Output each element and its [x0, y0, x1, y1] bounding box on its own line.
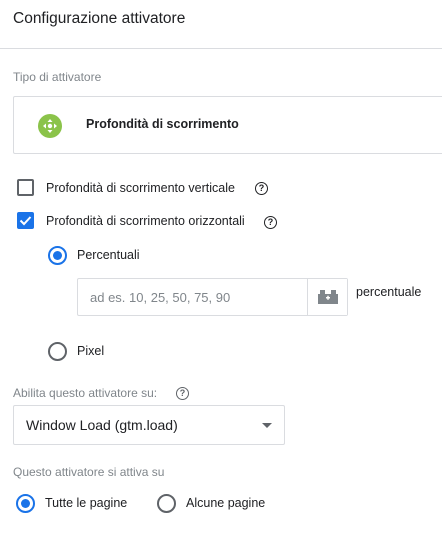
page-title: Configurazione attivatore	[13, 10, 186, 27]
variable-block-icon	[318, 290, 338, 304]
enable-on-label: Abilita questo attivatore su:	[13, 386, 158, 400]
all-pages-label: Tutte le pagine	[45, 496, 128, 510]
enable-on-value: Window Load (gtm.load)	[26, 417, 178, 433]
trigger-config-header: Configurazione attivatore	[0, 0, 442, 49]
percent-suffix: percentuale	[356, 285, 422, 299]
dropdown-arrow-icon	[262, 423, 272, 428]
vertical-scroll-label: Profondità di scorrimento verticale	[46, 181, 235, 195]
trigger-type-name: Profondità di scorrimento	[86, 117, 239, 131]
horizontal-help-icon[interactable]: ?	[264, 216, 277, 229]
trigger-type-card[interactable]: Profondità di scorrimento	[13, 96, 442, 154]
percent-radio-label: Percentuali	[77, 248, 140, 262]
some-pages-radio[interactable]	[157, 494, 176, 513]
some-pages-label: Alcune pagine	[186, 496, 266, 510]
variable-picker-button[interactable]	[307, 279, 347, 315]
percent-input[interactable]	[78, 279, 307, 315]
scroll-move-icon	[38, 114, 62, 138]
trigger-type-label: Tipo di attivatore	[13, 70, 102, 84]
enable-on-select[interactable]: Window Load (gtm.load)	[13, 405, 285, 445]
pixel-radio-label: Pixel	[77, 344, 105, 358]
fires-on-label: Questo attivatore si attiva su	[13, 465, 165, 479]
all-pages-radio[interactable]	[16, 494, 35, 513]
vertical-scroll-checkbox[interactable]	[17, 179, 34, 196]
horizontal-scroll-checkbox[interactable]	[17, 212, 34, 229]
enable-help-icon[interactable]: ?	[176, 387, 189, 400]
percent-radio[interactable]	[48, 246, 67, 265]
vertical-help-icon[interactable]: ?	[255, 182, 268, 195]
horizontal-scroll-label: Profondità di scorrimento orizzontali	[46, 214, 245, 228]
checkmark-icon	[19, 216, 32, 226]
pixel-radio[interactable]	[48, 342, 67, 361]
percent-input-field	[77, 278, 348, 316]
